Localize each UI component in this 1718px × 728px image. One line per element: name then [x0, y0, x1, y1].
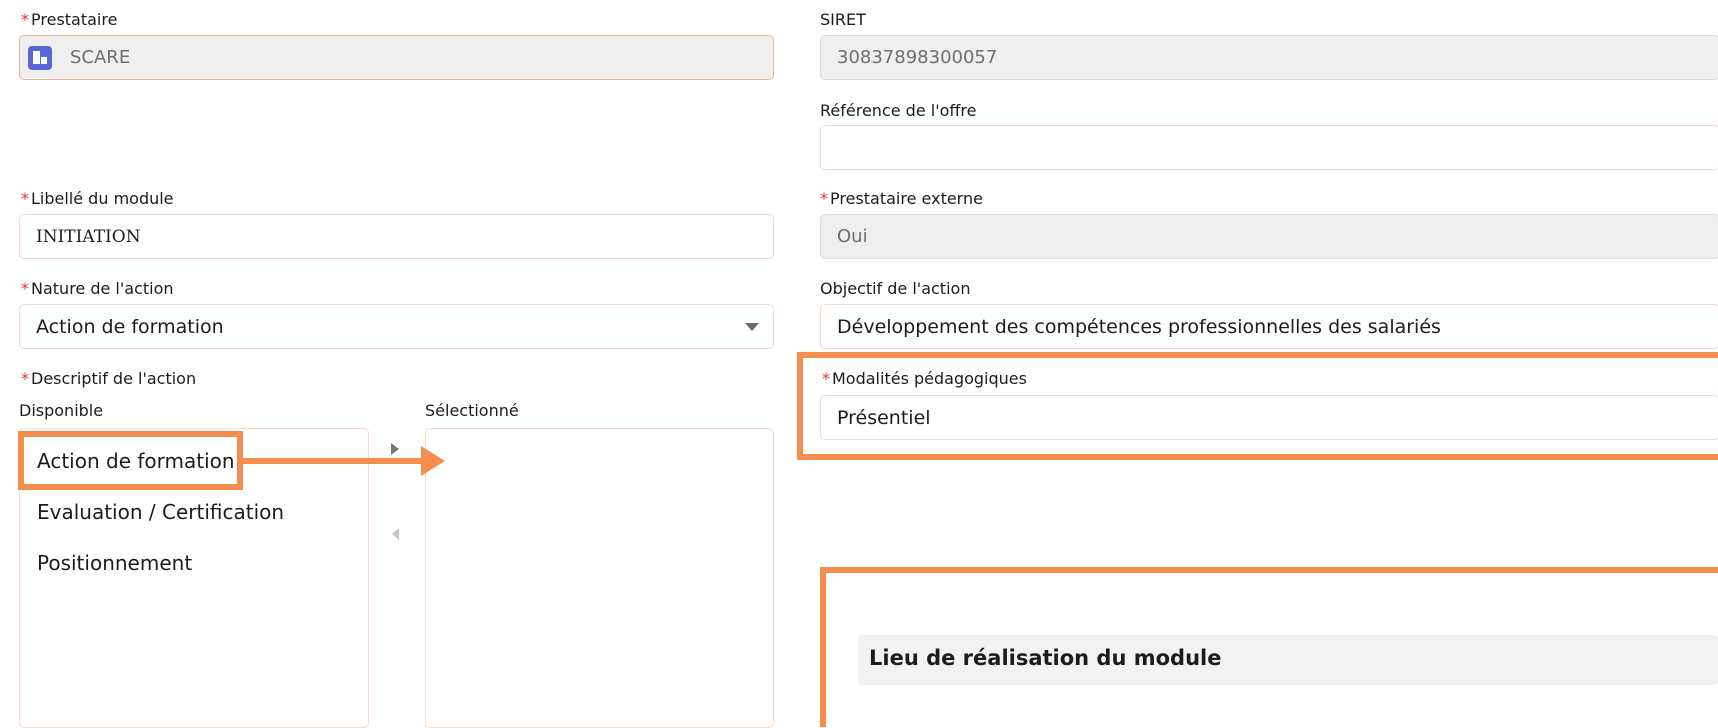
list-item[interactable]: Positionnement — [37, 551, 192, 575]
selected-listbox[interactable] — [425, 428, 774, 728]
prestataire-externe-select: Oui — [820, 214, 1718, 259]
chevron-down-icon — [745, 322, 759, 331]
arrow-head-icon — [421, 446, 445, 476]
selected-list-label: Sélectionné — [425, 401, 519, 420]
list-item[interactable]: Evaluation / Certification — [37, 500, 284, 524]
libelle-module-input[interactable]: INITIATION — [19, 214, 774, 259]
section-header: Lieu de réalisation du module — [858, 635, 1718, 685]
caret-left-icon — [392, 528, 399, 540]
prestataire-field[interactable]: SCARE — [19, 35, 774, 80]
move-left-button[interactable] — [388, 524, 404, 544]
nature-action-label: * Nature de l'action — [21, 279, 174, 298]
prestataire-label: * Prestataire — [21, 10, 118, 29]
siret-field: 30837898300057 — [820, 35, 1718, 80]
objectif-action-label: Objectif de l'action — [820, 279, 971, 298]
descriptif-action-label: * Descriptif de l'action — [21, 369, 197, 388]
available-list-label: Disponible — [19, 401, 104, 420]
caret-right-icon — [391, 443, 399, 455]
reference-offre-input[interactable] — [820, 125, 1718, 170]
highlight-arrow-shaft — [243, 458, 423, 464]
objectif-action-select[interactable]: Développement des compétences profession… — [820, 304, 1718, 349]
siret-label: SIRET — [820, 10, 866, 29]
building-icon — [28, 45, 52, 70]
highlight-box — [797, 352, 1718, 460]
section-title: Lieu de réalisation du module — [869, 646, 1222, 670]
highlight-box — [18, 431, 243, 490]
reference-offre-label: Référence de l'offre — [820, 101, 977, 120]
nature-action-select[interactable]: Action de formation — [19, 304, 774, 349]
prestataire-externe-label: * Prestataire externe — [820, 189, 983, 208]
libelle-module-label: * Libellé du module — [21, 189, 174, 208]
move-right-button[interactable] — [388, 440, 404, 460]
